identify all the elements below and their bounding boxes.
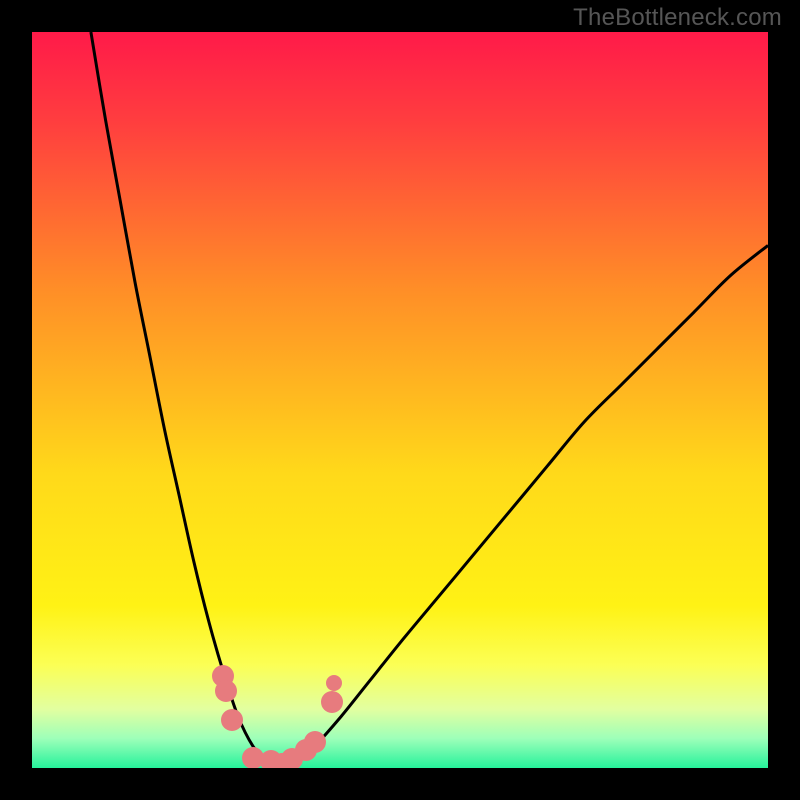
chart-frame: TheBottleneck.com	[0, 0, 800, 800]
data-dot-right-cluster-upper	[321, 691, 343, 713]
data-dot-right-cluster-top	[326, 675, 342, 691]
curve-layer	[32, 32, 768, 768]
plot-area	[32, 32, 768, 768]
data-dot-left-cluster-mid	[215, 680, 237, 702]
bottleneck-curve	[91, 32, 768, 766]
watermark-text: TheBottleneck.com	[573, 4, 782, 32]
data-dot-right-rise-2	[304, 731, 326, 753]
